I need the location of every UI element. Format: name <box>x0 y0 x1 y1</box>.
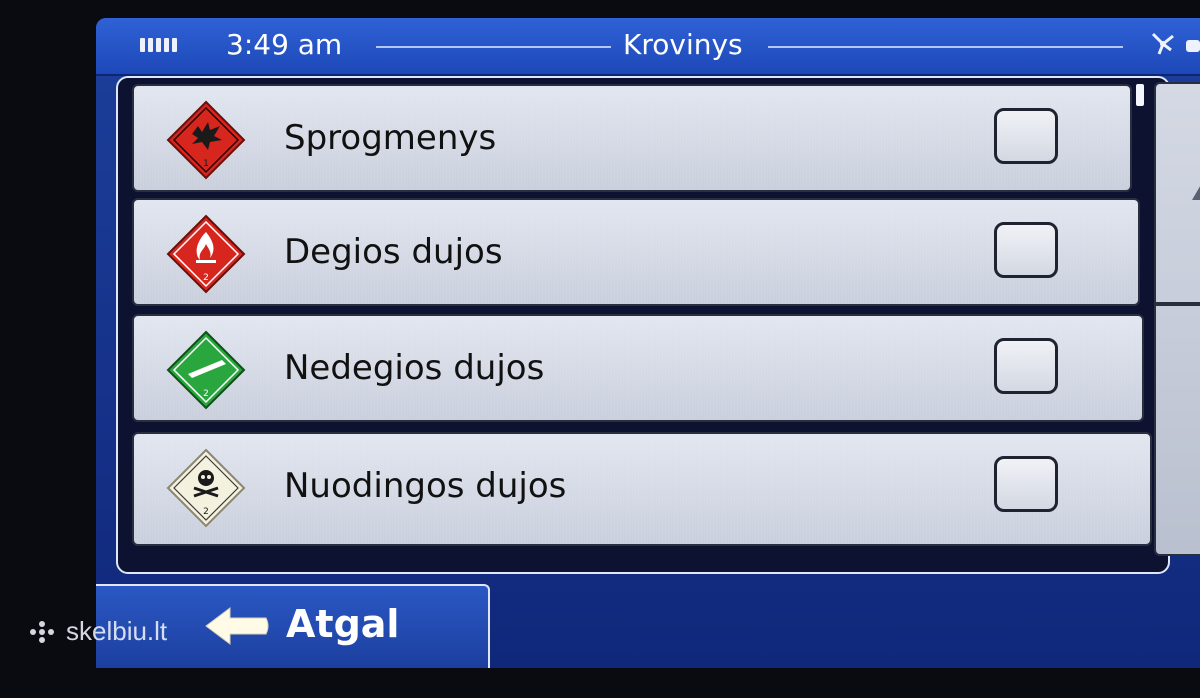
explosive-hazard-icon: 1 <box>166 100 246 180</box>
status-bar: 3:49 am Krovinys <box>96 18 1200 76</box>
list-item-sprogmenys[interactable]: 1 Sprogmenys <box>132 84 1132 192</box>
clock: 3:49 am <box>226 28 343 61</box>
list-item-label: Degios dujos <box>284 232 503 272</box>
scroll-side-panel[interactable] <box>1154 82 1200 556</box>
checkbox[interactable] <box>994 108 1058 164</box>
watermark-text: skelbiu.lt <box>66 616 168 646</box>
svg-text:1: 1 <box>203 159 209 169</box>
non-flammable-gas-hazard-icon: 2 <box>166 330 246 410</box>
scrollbar-thumb[interactable] <box>1136 84 1144 106</box>
svg-text:2: 2 <box>203 273 209 283</box>
back-button-label: Atgal <box>286 602 400 646</box>
title-line-left <box>376 46 611 48</box>
toxic-gas-hazard-icon: 2 <box>166 448 246 528</box>
panel-divider <box>1156 302 1200 306</box>
list-item-nedegios-dujos[interactable]: 2 Nedegios dujos <box>132 314 1144 422</box>
list-item-label: Sprogmenys <box>284 118 497 158</box>
watermark: skelbiu.lt <box>30 616 167 647</box>
watermark-dots-icon <box>30 620 60 643</box>
list-item-label: Nuodingos dujos <box>284 466 567 506</box>
scroll-up-icon[interactable] <box>1192 176 1200 200</box>
svg-text:2: 2 <box>203 389 209 399</box>
svg-text:2: 2 <box>203 507 209 517</box>
battery-bars-icon <box>140 38 177 52</box>
list-item-nuodingos-dujos[interactable]: 2 Nuodingos dujos <box>132 432 1152 546</box>
flammable-gas-hazard-icon: 2 <box>166 214 246 294</box>
checkbox[interactable] <box>994 222 1058 278</box>
checkbox[interactable] <box>994 338 1058 394</box>
back-arrow-icon <box>205 607 269 645</box>
title-line-right <box>768 46 1123 48</box>
satellite-icon[interactable] <box>1149 30 1177 58</box>
list-item-label: Nedegios dujos <box>284 348 545 388</box>
menu-dot-icon[interactable] <box>1186 40 1200 52</box>
screen-title: Krovinys <box>623 28 743 61</box>
navigation-screen: 3:49 am Krovinys 1 Sprogmenys 2 Degios d… <box>96 18 1200 668</box>
list-item-degios-dujos[interactable]: 2 Degios dujos <box>132 198 1140 306</box>
checkbox[interactable] <box>994 456 1058 512</box>
